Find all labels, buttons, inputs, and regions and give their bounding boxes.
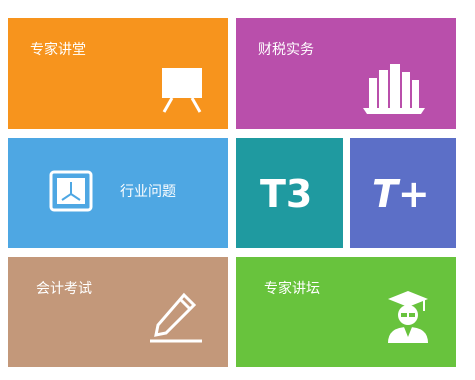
tile-expert-lecture[interactable]: 专家讲堂: [8, 18, 228, 129]
tile-label-industry-issues: 行业问题: [120, 184, 176, 200]
tile-expert-forum[interactable]: 专家讲坛: [236, 257, 456, 367]
books-icon: [361, 62, 427, 120]
tile-t3[interactable]: T3: [236, 138, 343, 248]
tile-label-expert-forum: 专家讲坛: [264, 281, 320, 297]
tile-label-tax-practice: 财税实务: [258, 42, 314, 58]
tile-accounting-exam[interactable]: 会计考试: [8, 257, 228, 367]
tile-tax-practice[interactable]: 财税实务: [236, 18, 456, 129]
tile-t-plus[interactable]: T+: [350, 138, 456, 248]
tile-label-expert-lecture: 专家讲堂: [30, 42, 86, 58]
t-plus-label: T+: [372, 172, 430, 216]
graduate-icon: [384, 287, 432, 349]
easel-icon: [160, 66, 204, 118]
t3-label: T3: [260, 172, 313, 216]
tile-industry-issues[interactable]: 行业问题: [8, 138, 228, 248]
tile-label-accounting-exam: 会计考试: [36, 281, 92, 297]
image-frame-icon: [48, 166, 96, 218]
pen-icon: [148, 291, 204, 347]
